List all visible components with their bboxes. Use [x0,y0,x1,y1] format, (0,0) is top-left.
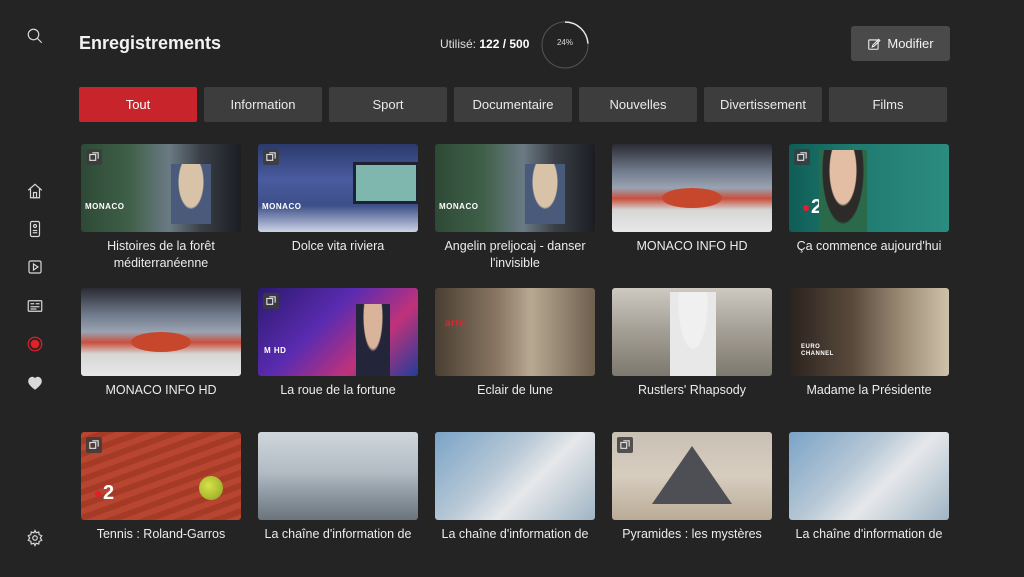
series-icon [86,149,102,165]
recording-thumbnail: MONACO [81,144,241,232]
channel-logo: MONACO [439,202,479,211]
recording-card[interactable]: La chaîne d'information de [258,432,418,543]
channel-logo: EURO CHANNEL [801,344,834,357]
recording-title: Madame la Présidente [806,383,932,397]
series-icon [263,149,279,165]
recording-thumbnail [789,432,949,520]
recording-title: Rustlers' Rhapsody [638,383,746,397]
replay-icon[interactable] [25,257,45,277]
recording-card[interactable]: EURO CHANNEL Madame la Présidente [789,288,949,399]
tab-films[interactable]: Films [829,87,947,122]
recording-thumbnail [81,288,241,376]
tab-tout[interactable]: Tout [79,87,197,122]
page-title: Enregistrements [79,33,222,53]
guide-icon[interactable] [25,296,45,316]
category-tabs: Tout Information Sport Documentaire Nouv… [79,87,947,122]
recording-card[interactable]: La chaîne d'information de [789,432,949,543]
recording-card[interactable]: MONACO Histoires de la forêt méditerrané… [81,144,241,272]
storage-value: 122 / 500 [479,37,530,51]
modify-button[interactable]: Modifier [851,26,950,61]
recording-card[interactable]: MONACO Angelin preljocaj - danser l'invi… [435,144,595,272]
recording-card[interactable]: La chaîne d'information de [435,432,595,543]
sidebar [0,0,70,577]
recording-card[interactable]: Pyramides : les mystères [612,432,772,543]
remote-icon[interactable] [25,219,45,239]
favorites-icon[interactable] [25,373,45,393]
recording-thumbnail: M HD [258,288,418,376]
search-icon[interactable] [25,26,45,46]
recording-title: La chaîne d'information de [441,527,589,541]
series-icon [263,293,279,309]
tab-nouvelles[interactable]: Nouvelles [579,87,697,122]
recording-title: Tennis : Roland-Garros [96,527,226,541]
home-icon[interactable] [25,181,45,201]
recording-thumbnail: MONACO [435,144,595,232]
recording-card[interactable]: M HD La roue de la fortune [258,288,418,399]
recording-card[interactable]: 2 Tennis : Roland-Garros [81,432,241,543]
tab-sport[interactable]: Sport [329,87,447,122]
channel-logo: 2 [803,196,823,219]
recording-title: Eclair de lune [477,383,553,397]
recording-card[interactable]: arte Eclair de lune [435,288,595,399]
recording-title: Pyramides : les mystères [622,527,762,541]
modify-label: Modifier [887,36,934,51]
recording-title: Angelin preljocaj - danser l'invisible [444,239,586,270]
recording-card[interactable]: MONACO Dolce vita riviera [258,144,418,272]
channel-logo: MONACO [262,202,302,211]
settings-icon[interactable] [25,528,45,548]
record-icon[interactable] [25,334,45,354]
recordings-row: MONACO Histoires de la forêt méditerrané… [81,144,949,272]
recording-thumbnail: 2 [81,432,241,520]
channel-logo: MONACO [85,202,125,211]
series-icon [617,437,633,453]
storage-percent: 24% [556,38,573,47]
series-icon [86,437,102,453]
recording-thumbnail: arte [435,288,595,376]
recording-thumbnail [435,432,595,520]
recording-card[interactable]: Rustlers' Rhapsody [612,288,772,399]
recording-thumbnail [612,144,772,232]
channel-logo: M HD [264,346,287,355]
recording-title: Histoires de la forêt méditerranéenne [107,239,215,270]
recordings-screen: Enregistrements Utilisé: 122 / 500 24% M… [0,0,1024,577]
recording-thumbnail [258,432,418,520]
recording-title: La chaîne d'information de [795,527,943,541]
recording-thumbnail: 2 [789,144,949,232]
edit-icon [868,38,881,50]
recording-title: La roue de la fortune [280,383,396,397]
series-icon [794,149,810,165]
recording-title: MONACO INFO HD [105,383,217,397]
recording-title: La chaîne d'information de [264,527,412,541]
recording-thumbnail [612,288,772,376]
storage-label: Utilisé: [440,37,477,51]
recording-card[interactable]: MONACO INFO HD [81,288,241,399]
recording-thumbnail: MONACO [258,144,418,232]
recordings-row: MONACO INFO HD M HD La roue de la fortun… [81,288,949,399]
channel-logo: arte [445,318,466,329]
tab-documentaire[interactable]: Documentaire [454,87,572,122]
recording-card[interactable]: 2 Ça commence aujourd'hui [789,144,949,272]
recording-title: Ça commence aujourd'hui [796,239,942,253]
recordings-row: 2 Tennis : Roland-Garros La chaîne d'inf… [81,432,949,543]
recording-title: MONACO INFO HD [636,239,748,253]
recording-title: Dolce vita riviera [291,239,385,253]
tab-information[interactable]: Information [204,87,322,122]
recording-card[interactable]: MONACO INFO HD [612,144,772,272]
channel-logo: 2 [95,482,115,505]
recording-thumbnail: EURO CHANNEL [789,288,949,376]
tab-divertissement[interactable]: Divertissement [704,87,822,122]
storage-usage: Utilisé: 122 / 500 [440,37,529,51]
recording-thumbnail [612,432,772,520]
